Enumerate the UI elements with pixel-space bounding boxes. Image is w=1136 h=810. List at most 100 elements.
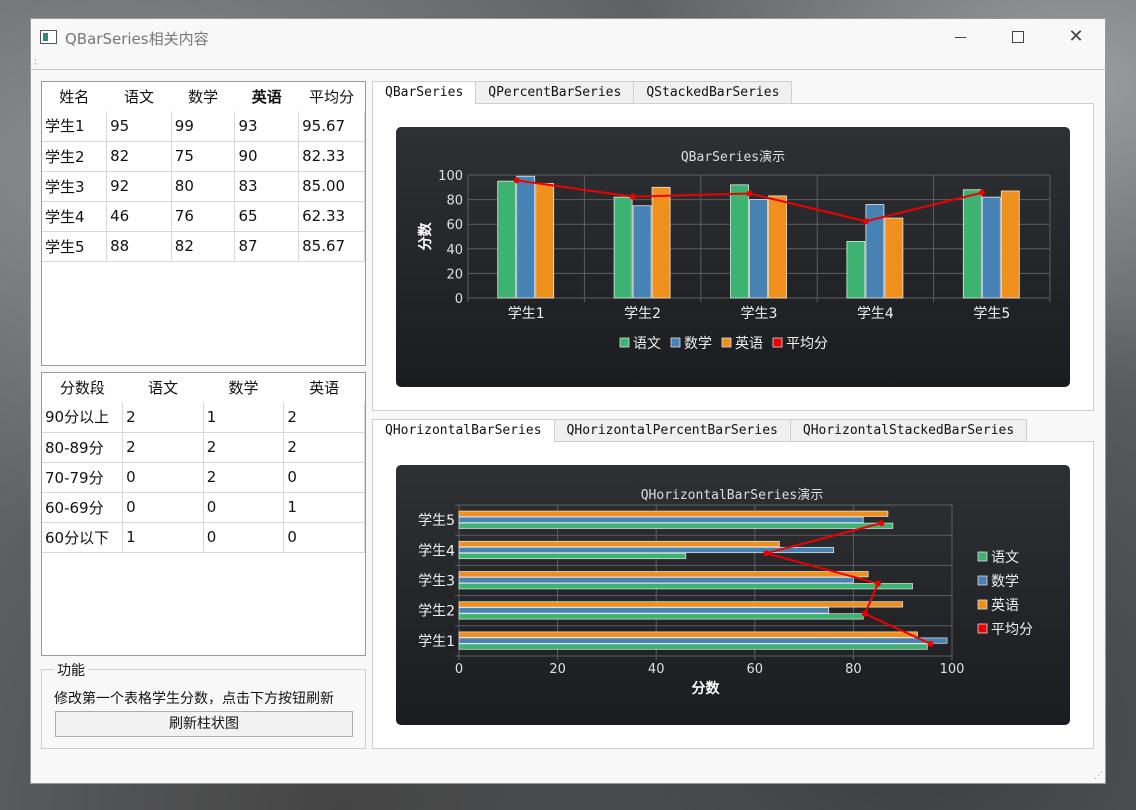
table-cell[interactable]: 90分以上 [42,402,124,433]
table-row[interactable]: 70-79分 0 2 0 [42,462,365,493]
table-row[interactable]: 学生3 92 80 83 85.00 [42,171,365,202]
tab-qpercentbarseries[interactable]: QPercentBarSeries [475,81,635,103]
table-cell[interactable]: 88 [106,231,172,262]
header-english[interactable]: 英语 [234,82,299,111]
close-icon[interactable]: ✕ [1053,19,1099,57]
header-chinese[interactable]: 语文 [106,82,172,111]
horizontal-bar-chart-svg: QHorizontalBarSeries演示 0 20 40 60 80 100 分数 学生1 学… [396,465,1070,725]
bar-语文 [458,613,864,620]
table-cell[interactable]: 2 [203,432,285,463]
header-chinese[interactable]: 语文 [122,373,204,402]
bar-数学 [516,175,536,299]
table-cell[interactable]: 46 [106,201,172,232]
table-cell[interactable]: 学生4 [42,201,108,232]
y-axis-label: 分数 [417,222,434,251]
table-cell[interactable]: 76 [171,201,236,232]
table-cell[interactable]: 1 [122,522,204,553]
table-cell[interactable]: 0 [283,522,365,553]
table-cell[interactable]: 65 [234,201,300,232]
table-row[interactable]: 80-89分 2 2 2 [42,432,365,463]
table-cell[interactable]: 80-89分 [42,432,124,463]
table-row[interactable]: 学生2 82 75 90 82.33 [42,141,365,172]
table-cell[interactable]: 92 [106,171,172,202]
table-cell[interactable]: 83 [234,171,300,202]
legend-marker [772,337,783,348]
score-range-table[interactable]: 分数段 语文 数学 英语 90分以上 2 1 2 80-89分 2 2 2 70-79分 0 2 0 6… [41,372,366,656]
table-cell[interactable]: 学生1 [42,111,108,142]
legend-marker [721,337,732,348]
header-english[interactable]: 英语 [283,373,365,402]
table-cell[interactable]: 93 [234,111,300,142]
header-range[interactable]: 分数段 [42,373,123,402]
tab-pane-qhorizontalbarseries: QHorizontalBarSeries演示 0 20 40 60 80 100 分数 学生1 学… [372,441,1094,749]
header-math[interactable]: 数学 [203,373,284,402]
tab-qhorizontalbarseries[interactable]: QHorizontalBarSeries [372,419,555,442]
legend-marker [977,599,988,610]
y-tick-label: 40 [446,243,463,258]
size-grip-icon[interactable]: ⋰ [1094,771,1103,781]
tab-qstackedbarseries[interactable]: QStackedBarSeries [633,81,793,103]
table-cell[interactable]: 95.67 [298,111,365,142]
vertical-chart-tabs: QBarSeries演示 0 20 40 60 80 100 分数 学生1 学生2 学生3 学生4 学生… [372,81,1094,411]
refresh-chart-button[interactable]: 刷新柱状图 [55,711,353,737]
average-point [927,640,934,647]
tab-pane-qbarseries: QBarSeries演示 0 20 40 60 80 100 分数 学生1 学生2 学生3 学生4 学生… [372,103,1094,411]
table-cell[interactable]: 0 [283,462,365,493]
table-cell[interactable]: 95 [106,111,172,142]
score-table[interactable]: 姓名 语文 数学 英语 平均分 学生1 95 99 93 95.67 学生2 82 75 90 8… [41,81,366,366]
table-cell[interactable]: 0 [122,462,204,493]
table-cell[interactable]: 60分以下 [42,522,124,553]
table-row[interactable]: 学生5 88 82 87 85.67 [42,231,365,262]
table-cell[interactable]: 0 [203,492,285,523]
tab-qhorizontalpercentbarseries[interactable]: QHorizontalPercentBarSeries [553,419,791,441]
table-row[interactable]: 90分以上 2 1 2 [42,402,365,433]
table-cell[interactable]: 80 [171,171,236,202]
table-cell[interactable]: 70-79分 [42,462,124,493]
tab-qbarseries[interactable]: QBarSeries [372,81,477,104]
table-cell[interactable]: 学生5 [42,231,108,262]
tab-qhorizontalstackedbarseries[interactable]: QHorizontalStackedBarSeries [789,419,1028,441]
table-cell[interactable]: 2 [122,402,204,433]
separator [31,69,1105,70]
table-cell[interactable]: 学生2 [42,141,108,172]
bar-英语 [768,195,787,299]
horizontal-bar-chart: QHorizontalBarSeries演示 0 20 40 60 80 100 分数 学生1 学… [396,465,1070,725]
toolbar-grip-icon[interactable]: · · [34,57,37,70]
table-cell[interactable]: 75 [171,141,236,172]
table-cell[interactable]: 82.33 [298,141,365,172]
table-cell[interactable]: 0 [203,522,285,553]
maximize-icon[interactable] [995,19,1041,57]
table-cell[interactable]: 2 [283,402,365,433]
table-cell[interactable]: 90 [234,141,300,172]
table-cell[interactable]: 2 [122,432,204,463]
header-math[interactable]: 数学 [171,82,235,111]
table-cell[interactable]: 0 [122,492,204,523]
x-tick-label: 学生1 [508,306,545,322]
legend-marker [670,337,681,348]
table-cell[interactable]: 99 [171,111,236,142]
table-cell[interactable]: 2 [203,462,285,493]
table-cell[interactable]: 1 [203,402,285,433]
table-cell[interactable]: 60-69分 [42,492,124,523]
table-cell[interactable]: 62.33 [298,201,365,232]
table-row[interactable]: 学生1 95 99 93 95.67 [42,111,365,142]
legend-label: 语文 [991,550,1019,566]
table-cell[interactable]: 学生3 [42,171,108,202]
table-cell[interactable]: 85.00 [298,171,365,202]
table-cell[interactable]: 85.67 [298,231,365,262]
title-bar[interactable]: QBarSeries相关内容 ✕ [31,19,1105,57]
header-average[interactable]: 平均分 [298,82,365,111]
x-tick-label: 80 [845,662,862,677]
bar-语文 [730,184,749,299]
table-cell[interactable]: 1 [283,492,365,523]
table-cell[interactable]: 2 [283,432,365,463]
table-row[interactable]: 60-69分 0 0 1 [42,492,365,523]
header-name[interactable]: 姓名 [42,82,107,111]
table-cell[interactable]: 82 [171,231,236,262]
table-row[interactable]: 学生4 46 76 65 62.33 [42,201,365,232]
table-cell[interactable]: 82 [106,141,172,172]
bar-chart-svg: QBarSeries演示 0 20 40 60 80 100 分数学生1 学生2 学生3 学生4 学生… [396,127,1070,387]
table-row[interactable]: 60分以下 1 0 0 [42,522,365,553]
table-cell[interactable]: 87 [234,231,300,262]
minimize-icon[interactable] [937,19,983,57]
